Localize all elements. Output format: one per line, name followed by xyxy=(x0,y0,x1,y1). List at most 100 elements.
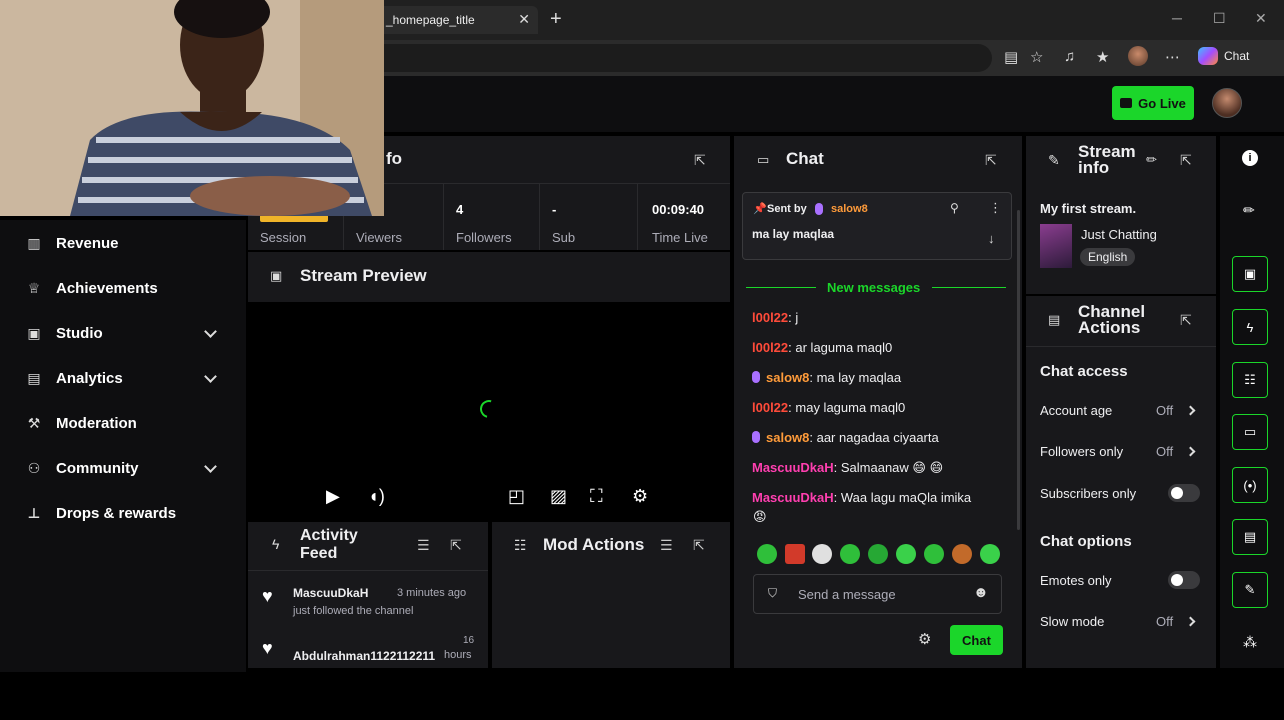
followers-only-value[interactable]: Off xyxy=(1156,444,1173,459)
emote-icon[interactable] xyxy=(812,544,832,564)
subscribers-only-toggle[interactable] xyxy=(1168,484,1200,502)
favorites-icon[interactable]: ★ xyxy=(1096,48,1109,66)
user-avatar[interactable] xyxy=(1212,88,1242,118)
session-info-title: fo xyxy=(386,149,403,168)
sidebar-item-studio[interactable]: ▣ Studio xyxy=(26,325,103,342)
studio-icon: ▣ xyxy=(27,325,41,341)
divider xyxy=(746,287,816,288)
emoji-picker-icon[interactable]: ☻ xyxy=(973,584,989,601)
volume-icon[interactable]: ◖) xyxy=(368,486,385,507)
emote-icon[interactable] xyxy=(840,544,860,564)
clip-icon[interactable]: ▨ xyxy=(550,486,567,507)
chat-username[interactable]: l00l22 xyxy=(752,400,788,415)
rail-chat-button[interactable]: ▭ xyxy=(1232,414,1268,450)
edit-pencil-icon[interactable]: ✏ xyxy=(1243,202,1255,219)
rail-broadcast-button[interactable]: (•) xyxy=(1232,467,1268,503)
stat-followers: 4 Followers xyxy=(444,184,540,250)
add-widget-icon[interactable]: ⁂ xyxy=(1243,634,1257,651)
chat-bubble-icon: ▭ xyxy=(757,152,770,167)
stat-label: Time Live xyxy=(652,230,708,245)
rail-activity-button[interactable]: ϟ xyxy=(1232,309,1268,345)
send-message-input[interactable]: ⛉ Send a message ☻ xyxy=(753,574,1002,614)
close-window-icon[interactable]: ✕ xyxy=(1255,10,1267,27)
sidebar-item-achievements[interactable]: ♕ Achievements xyxy=(26,280,158,297)
chat-settings-gear-icon[interactable]: ⚙ xyxy=(918,630,931,648)
maximize-icon[interactable]: ☐ xyxy=(1213,10,1226,27)
emote-icon[interactable] xyxy=(980,544,1000,564)
heart-icon: ♥ xyxy=(262,638,273,658)
emote-icon[interactable] xyxy=(785,544,805,564)
emote-icon[interactable] xyxy=(924,544,944,564)
activity-user[interactable]: MascuuDkaH xyxy=(293,586,368,600)
sidebar-item-revenue[interactable]: ▥ Revenue xyxy=(26,235,118,252)
play-icon[interactable]: ▶ xyxy=(326,486,340,507)
filter-icon[interactable]: ☰ xyxy=(660,537,673,554)
copilot-icon[interactable] xyxy=(1198,47,1218,65)
reader-mode-icon[interactable]: ▤ xyxy=(1004,48,1018,66)
settings-gear-icon[interactable]: ⚙ xyxy=(632,486,648,507)
expand-down-icon[interactable]: ↓ xyxy=(988,231,995,246)
popout-icon[interactable]: ⇱ xyxy=(985,152,997,169)
popout-icon[interactable]: ⇱ xyxy=(1180,312,1192,329)
sidebar-item-drops-rewards[interactable]: ⊥ Drops & rewards xyxy=(26,505,176,522)
info-icon[interactable]: i xyxy=(1242,150,1258,166)
chat-username[interactable]: salow8 xyxy=(766,370,809,385)
chat-username[interactable]: salow8 xyxy=(766,430,809,445)
slow-mode-value[interactable]: Off xyxy=(1156,614,1173,629)
account-age-value[interactable]: Off xyxy=(1156,403,1173,418)
more-options-icon[interactable]: ⋮ xyxy=(989,200,1002,216)
copilot-chat-label[interactable]: Chat xyxy=(1224,49,1249,63)
emote-icon[interactable] xyxy=(952,544,972,564)
rail-preview-button[interactable]: ▣ xyxy=(1232,256,1268,292)
chat-username[interactable]: MascuuDkaH xyxy=(752,490,834,505)
emote-icon[interactable] xyxy=(868,544,888,564)
emotes-only-toggle[interactable] xyxy=(1168,571,1200,589)
sidebar-item-label: Studio xyxy=(56,325,103,342)
sidebar-item-community[interactable]: ⚇ Community xyxy=(26,460,139,477)
pinned-sent-by: Sent by xyxy=(767,203,807,215)
popout-icon[interactable]: ⇱ xyxy=(694,152,706,169)
popout-icon[interactable]: ⇱ xyxy=(1180,152,1192,169)
popout-icon[interactable]: ⇱ xyxy=(693,537,705,554)
popout-icon[interactable]: ⇱ xyxy=(450,537,462,554)
browser-profile-icon[interactable] xyxy=(1128,46,1148,66)
chat-username[interactable]: MascuuDkaH xyxy=(752,460,834,475)
new-tab-icon[interactable]: + xyxy=(550,8,562,31)
emote-icon[interactable] xyxy=(757,544,777,564)
category-name[interactable]: Just Chatting xyxy=(1081,227,1157,242)
more-menu-icon[interactable]: ⋯ xyxy=(1165,48,1180,66)
sidebar-item-moderation[interactable]: ⚒ Moderation xyxy=(26,415,137,432)
rail-mod-actions-button[interactable]: ☷ xyxy=(1232,362,1268,398)
stat-time-live: 00:09:40 Time Live xyxy=(638,184,730,250)
close-tab-icon[interactable]: ✕ xyxy=(518,11,530,28)
chat-message: salow8: aar nagadaa ciyaarta xyxy=(752,430,939,445)
analytics-icon: ▤ xyxy=(27,370,41,386)
browser-tab[interactable]: _homepage_title ✕ xyxy=(370,6,538,34)
rail-stream-info-button[interactable]: ✎ xyxy=(1232,572,1268,608)
pinned-user[interactable]: salow8 xyxy=(831,203,868,215)
stream-title: My first stream. xyxy=(1040,201,1137,216)
chat-username[interactable]: l00l22 xyxy=(752,310,788,325)
activity-user[interactable]: Abdulrahman1122112211 xyxy=(293,649,445,663)
media-icon[interactable]: ♫ xyxy=(1064,48,1075,65)
chat-username[interactable]: l00l22 xyxy=(752,340,788,355)
sidebar-item-analytics[interactable]: ▤ Analytics xyxy=(26,370,122,387)
picture-in-picture-icon[interactable]: ◰ xyxy=(508,486,525,507)
drops-icon: ⊥ xyxy=(27,505,41,521)
language-tag[interactable]: English xyxy=(1080,248,1136,266)
pinned-text: ma lay maqlaa xyxy=(752,227,835,241)
emote-icon[interactable] xyxy=(896,544,916,564)
address-bar[interactable] xyxy=(370,44,992,72)
minimize-icon[interactable]: ─ xyxy=(1172,10,1182,26)
go-live-button[interactable]: Go Live xyxy=(1112,86,1194,120)
fullscreen-icon[interactable]: ⛶ xyxy=(590,486,603,507)
edit-pencil-icon[interactable]: ✏ xyxy=(1146,152,1157,168)
rail-channel-actions-button[interactable]: ▤ xyxy=(1232,519,1268,555)
chat-message: MascuuDkaH: Waa lagu maQla imika xyxy=(752,490,971,505)
filter-icon[interactable]: ☰ xyxy=(417,537,430,554)
favorite-star-icon[interactable]: ☆ xyxy=(1030,48,1043,66)
chat-scrollbar[interactable] xyxy=(1017,210,1020,530)
category-box-art[interactable] xyxy=(1040,224,1072,268)
unpin-icon[interactable]: ⚲ xyxy=(950,201,959,215)
chat-send-button[interactable]: Chat xyxy=(950,625,1003,655)
